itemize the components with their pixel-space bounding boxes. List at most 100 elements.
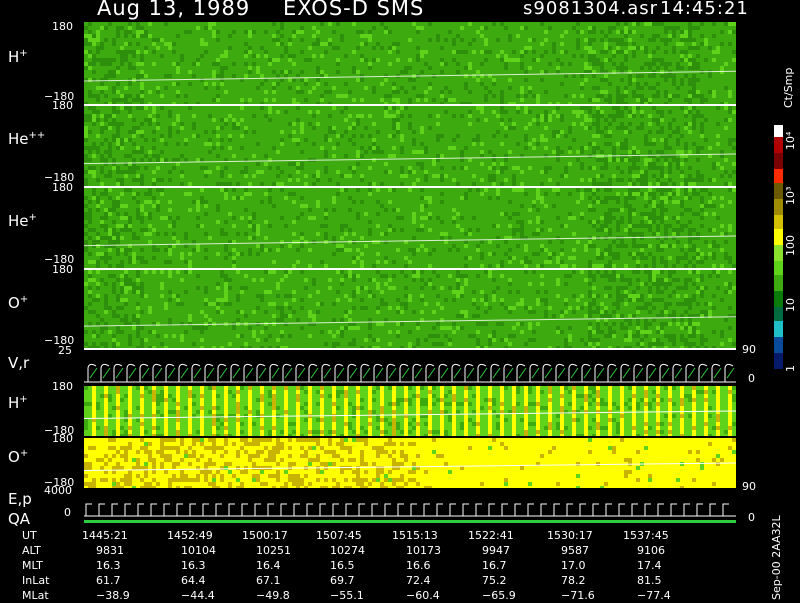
table-cell: 16.7: [482, 559, 507, 572]
panel-label-he-plus: He+: [8, 212, 37, 230]
table-cell: −65.9: [482, 589, 516, 602]
ep-ytick-min: 0: [64, 506, 71, 519]
table-cell: 9106: [637, 544, 665, 557]
spectrogram-h-plus: [84, 22, 736, 104]
table-cell: 17.0: [561, 559, 586, 572]
colorbar-seg: [774, 229, 783, 245]
table-cell: 81.5: [637, 574, 662, 587]
table-cell: 10104: [181, 544, 216, 557]
ep-right-bottom: 0: [748, 511, 755, 524]
table-cell: 9947: [482, 544, 510, 557]
table-cell: 1445:21: [82, 529, 128, 542]
table-cell: 16.4: [256, 559, 281, 572]
colorbar-label-10: 10: [784, 298, 797, 312]
table-cell: −77.4: [637, 589, 671, 602]
table-cell: −71.6: [561, 589, 595, 602]
table-cell: 10173: [406, 544, 441, 557]
table-row-label: ALT: [22, 544, 41, 557]
lower-label-h-plus: H+: [8, 394, 28, 412]
colorbar-seg: [774, 291, 783, 307]
table-cell: 10274: [330, 544, 365, 557]
table-row-label: MLat: [22, 589, 49, 602]
table-cell: −60.4: [406, 589, 440, 602]
header-time: 14:45:21: [660, 0, 749, 19]
table-cell: 9587: [561, 544, 589, 557]
spectrogram-he-plus: [84, 188, 736, 268]
table-cell: 78.2: [561, 574, 586, 587]
table-cell: 9831: [96, 544, 124, 557]
vr-right-top: 90: [742, 343, 756, 356]
table-cell: 1530:17: [547, 529, 593, 542]
lower-label-o-plus: O+: [8, 448, 28, 466]
table-cell: 16.3: [181, 559, 206, 572]
table-row-label: UT: [22, 529, 37, 542]
table-cell: 16.5: [330, 559, 355, 572]
ytick-max: 180: [52, 432, 73, 445]
table-row: MLT 16.3 16.3 16.4 16.5 16.6 16.7 17.0 17.4: [0, 559, 800, 573]
table-cell: 1522:41: [468, 529, 514, 542]
colorbar-seg: [774, 199, 783, 215]
table-cell: 16.6: [406, 559, 431, 572]
table-cell: 69.7: [330, 574, 355, 587]
table-cell: 75.2: [482, 574, 507, 587]
qa-label: QA: [8, 510, 30, 528]
table-cell: 67.1: [256, 574, 281, 587]
ytick-max: 180: [52, 20, 73, 33]
lower-h-plus-panel: [84, 386, 736, 436]
spectrogram-o-plus: [84, 270, 736, 348]
colorbar-seg: [774, 353, 783, 369]
table-cell: −44.4: [181, 589, 215, 602]
colorbar-seg: [774, 261, 783, 275]
colorbar-seg: [774, 169, 783, 183]
chart-date: Aug 13, 1989: [97, 0, 250, 20]
colorbar-seg: [774, 153, 783, 169]
colorbar-unit: Ct/Smp: [782, 68, 795, 108]
ytick-max: 180: [52, 181, 73, 194]
spectrogram-he-plusplus: [84, 106, 736, 186]
vr-label: V,r: [8, 354, 29, 372]
ytick-max: 180: [52, 263, 73, 276]
colorbar-label-1e4: 10⁴: [784, 132, 797, 150]
table-cell: 17.4: [637, 559, 662, 572]
table-cell: 64.4: [181, 574, 206, 587]
colorbar-label-1e3: 10³: [784, 187, 797, 205]
ep-ytick-max: 4000: [44, 484, 72, 497]
footer-code: Sep-00 2AA32L: [770, 515, 783, 600]
table-cell: 1452:49: [167, 529, 213, 542]
file-name: s9081304.asr: [523, 0, 658, 19]
colorbar-seg: [774, 275, 783, 291]
colorbar-seg: [774, 125, 783, 137]
table-row-label: MLT: [22, 559, 43, 572]
ytick-max: 180: [52, 380, 73, 393]
panel-label-h-plus: H+: [8, 48, 28, 66]
ep-label: E,p: [8, 490, 32, 508]
table-cell: 1500:17: [242, 529, 288, 542]
table-cell: 61.7: [96, 574, 121, 587]
table-row: InLat 61.7 64.4 67.1 69.7 72.4 75.2 78.2 81.5: [0, 574, 800, 588]
panel-label-o-plus: O+: [8, 294, 28, 312]
table-cell: 1515:13: [392, 529, 438, 542]
table-cell: 16.3: [96, 559, 121, 572]
ytick-max: 180: [52, 99, 73, 112]
vr-ytick-max: 25: [58, 344, 72, 357]
table-row: MLat−38.9−44.4−49.8−55.1−60.4−65.9−71.6−…: [0, 589, 800, 603]
table-cell: −49.8: [256, 589, 290, 602]
vr-panel: [84, 350, 736, 384]
lower-o-plus-panel: [84, 438, 736, 488]
colorbar-seg: [774, 137, 783, 153]
ep-panel: [84, 490, 736, 526]
colorbar-seg: [774, 321, 783, 337]
table-cell: 1507:45: [316, 529, 362, 542]
colorbar-seg: [774, 337, 783, 353]
table-cell: 72.4: [406, 574, 431, 587]
colorbar-seg: [774, 215, 783, 229]
table-cell: −55.1: [330, 589, 364, 602]
colorbar-seg: [774, 307, 783, 321]
colorbar-label-100: 100: [784, 235, 797, 256]
table-row-label: InLat: [22, 574, 49, 587]
table-row: ALT 9831 10104 10251 10274 10173 9947 9587 9106: [0, 544, 800, 558]
table-cell: 10251: [256, 544, 291, 557]
table-row: UT 1445:21 1452:49 1500:17 1507:45 1515:13 152…: [0, 529, 800, 543]
instrument-title: EXOS-D SMS: [283, 0, 424, 20]
colorbar-seg: [774, 245, 783, 261]
